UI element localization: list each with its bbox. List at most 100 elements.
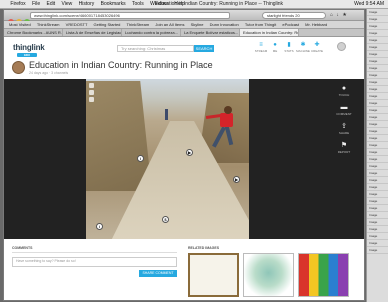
- info-tag-marker[interactable]: i: [96, 223, 103, 230]
- file-item[interactable]: Image: [367, 79, 388, 86]
- browser-tab[interactable]: Luchando contra la pobreza...: [122, 29, 181, 36]
- file-item[interactable]: Image: [367, 156, 388, 163]
- thinglink-logo[interactable]: thinglink EDU: [13, 43, 45, 57]
- file-item[interactable]: Image: [367, 163, 388, 170]
- rail-comment[interactable]: ▬ COMMENT: [329, 104, 359, 116]
- home-icon[interactable]: ⌂: [330, 12, 334, 18]
- file-item[interactable]: Image: [367, 72, 388, 79]
- info-tag-marker[interactable]: i: [137, 155, 144, 162]
- stats-icon: ▮: [287, 42, 291, 48]
- bookmark-icon[interactable]: ★: [342, 12, 347, 18]
- file-item[interactable]: Image: [367, 198, 388, 205]
- file-item[interactable]: Image: [367, 233, 388, 240]
- bookmark-item[interactable]: ThinkStream: [127, 22, 150, 27]
- menu-file[interactable]: File: [32, 0, 40, 8]
- viewer-tool-icon[interactable]: [89, 90, 94, 95]
- author-avatar[interactable]: [12, 61, 25, 74]
- bookmark-item[interactable]: Dunn Innovation: [210, 22, 239, 27]
- menu-firefox[interactable]: Firefox: [10, 0, 25, 8]
- file-item[interactable]: Image: [367, 23, 388, 30]
- bookmark-item[interactable]: Tutor from Thingit: [245, 22, 276, 27]
- file-item[interactable]: Image: [367, 247, 388, 254]
- file-item[interactable]: Image: [367, 9, 388, 16]
- browser-tab[interactable]: La Enquete Bolívar estaticos...: [181, 29, 240, 36]
- video-tag-marker[interactable]: ▶: [186, 149, 193, 156]
- browser-search-input[interactable]: starlight friends 20: [262, 12, 326, 19]
- comment-input[interactable]: Have something to say? Please do so!: [12, 257, 177, 267]
- bookmark-item[interactable]: Skyline: [191, 22, 204, 27]
- file-item[interactable]: Image: [367, 51, 388, 58]
- photo-girl-body: [220, 113, 233, 127]
- video-tag-marker[interactable]: ▶: [233, 176, 240, 183]
- file-item[interactable]: Image: [367, 212, 388, 219]
- viewer-tool-icon[interactable]: [89, 97, 94, 102]
- share-rail: ● TOUCH ▬ COMMENT ⇪ SHARE ⚑ REPORT: [329, 85, 359, 161]
- file-item[interactable]: Image: [367, 149, 388, 156]
- file-item[interactable]: Image: [367, 58, 388, 65]
- file-item[interactable]: Image: [367, 240, 388, 247]
- related-thumbnail[interactable]: [243, 253, 294, 297]
- rail-label: SHARE: [338, 131, 350, 135]
- bookmark-item[interactable]: VREDOSTT: [66, 22, 88, 27]
- file-item[interactable]: Image: [367, 121, 388, 128]
- file-item[interactable]: Image: [367, 16, 388, 23]
- create-icon: ✚: [314, 42, 320, 48]
- link-tag-marker[interactable]: $: [162, 216, 169, 223]
- browser-window: www.thinglink.com/scene/4660017184530264…: [3, 9, 365, 301]
- file-item[interactable]: Image: [367, 37, 388, 44]
- file-item[interactable]: Image: [367, 93, 388, 100]
- logo-edu-badge: EDU: [17, 53, 37, 57]
- rail-touch[interactable]: ● TOUCH: [329, 85, 359, 97]
- menu-bookmarks[interactable]: Bookmarks: [101, 0, 126, 8]
- nav-create[interactable]: ✚ CREATE: [310, 42, 324, 53]
- share-comment-button[interactable]: SHARE COMMENT: [139, 270, 177, 277]
- rail-share[interactable]: ⇪ SHARE: [329, 123, 359, 135]
- file-item[interactable]: Image: [367, 170, 388, 177]
- file-item[interactable]: Image: [367, 184, 388, 191]
- bookmark-item[interactable]: ThinkStream: [37, 22, 60, 27]
- search-button[interactable]: SEARCH: [194, 45, 214, 52]
- browser-tab[interactable]: Lista A de Enseñas de Legislación...: [63, 29, 122, 36]
- file-item[interactable]: Image: [367, 142, 388, 149]
- file-item[interactable]: Image: [367, 219, 388, 226]
- bookmark-item[interactable]: ePodcast: [282, 22, 299, 27]
- download-icon[interactable]: ↓: [336, 12, 340, 18]
- bookmark-item[interactable]: Most Visited: [9, 22, 31, 27]
- nav-machine[interactable]: ✱ MACHINE: [296, 42, 310, 53]
- bookmark-item[interactable]: Mr. Hebbard: [305, 22, 327, 27]
- file-item[interactable]: Image: [367, 44, 388, 51]
- file-item[interactable]: Image: [367, 65, 388, 72]
- nav-stats[interactable]: ▮ STATS: [282, 42, 296, 53]
- viewer-tool-icon[interactable]: [89, 83, 94, 88]
- related-thumbnail[interactable]: [298, 253, 349, 297]
- file-item[interactable]: Image: [367, 114, 388, 121]
- comments-heading: COMMENTS: [12, 246, 177, 253]
- address-bar[interactable]: www.thinglink.com/scene/4660017184530264…: [30, 12, 230, 19]
- bookmark-item[interactable]: Getting Started: [94, 22, 121, 27]
- browser-tab-active[interactable]: Education in Indian Country: Ru...: [240, 29, 299, 36]
- file-item[interactable]: Image: [367, 191, 388, 198]
- file-item[interactable]: Image: [367, 135, 388, 142]
- avatar[interactable]: [337, 42, 346, 51]
- photo-hill-left: [86, 81, 152, 191]
- file-item[interactable]: Image: [367, 30, 388, 37]
- file-item[interactable]: Image: [367, 205, 388, 212]
- file-item[interactable]: Image: [367, 128, 388, 135]
- nav-stream[interactable]: ≡ STREAM: [254, 42, 268, 53]
- browser-tab[interactable]: Chrome Bookmarks - AUNS R...: [4, 29, 63, 36]
- menu-view[interactable]: View: [62, 0, 73, 8]
- nav-me[interactable]: ● ME: [268, 42, 282, 53]
- file-item[interactable]: Image: [367, 177, 388, 184]
- file-item[interactable]: Image: [367, 107, 388, 114]
- file-item[interactable]: Image: [367, 100, 388, 107]
- file-item[interactable]: Image: [367, 86, 388, 93]
- rail-report[interactable]: ⚑ REPORT: [329, 142, 359, 154]
- related-thumbnail[interactable]: [188, 253, 239, 297]
- nav-label: STATS: [284, 49, 294, 53]
- file-item[interactable]: Image: [367, 226, 388, 233]
- bookmark-item[interactable]: Join an All Items: [155, 22, 184, 27]
- menu-tools[interactable]: Tools: [132, 0, 144, 8]
- menu-history[interactable]: History: [79, 0, 95, 8]
- site-search-input[interactable]: Try searching: Christmas: [117, 45, 194, 52]
- menu-edit[interactable]: Edit: [47, 0, 56, 8]
